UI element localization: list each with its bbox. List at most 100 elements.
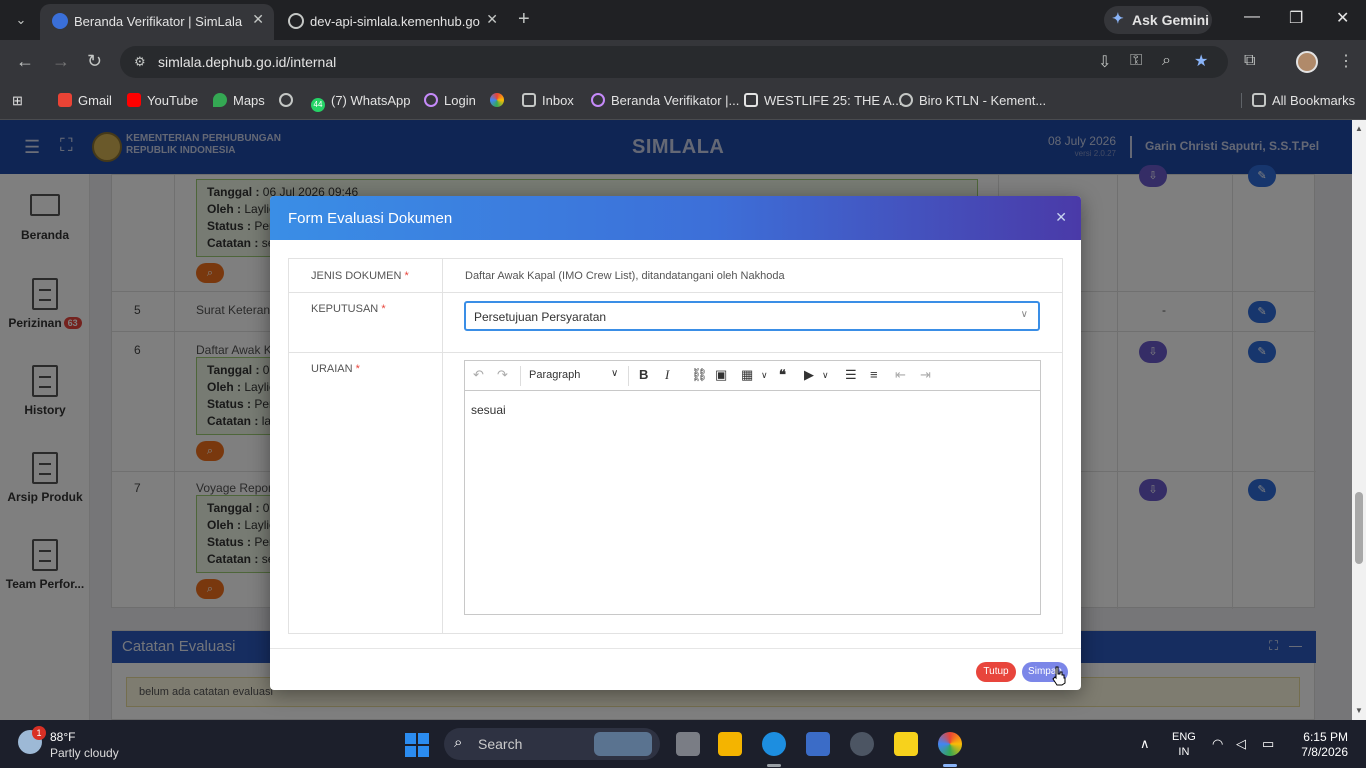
app-running-indicator — [767, 764, 781, 767]
keputusan-selected-value: Persetujuan Persyaratan — [474, 310, 607, 324]
tab-dev-api[interactable]: dev-api-simlala.kemenhub.go.id ✕ — [276, 4, 508, 40]
bookmark-beranda-verifikator[interactable]: Beranda Verifikator |... — [591, 93, 739, 108]
zoom-icon[interactable]: ⌕ — [1162, 52, 1171, 70]
show-hidden-icons[interactable]: ∧ — [1140, 736, 1150, 752]
scroll-down-icon[interactable]: ▼ — [1355, 706, 1363, 715]
scrollbar-thumb[interactable] — [1355, 492, 1363, 564]
chrome-icon[interactable] — [938, 732, 962, 756]
bookmark-star-icon[interactable]: ★ — [1194, 51, 1208, 71]
bookmark-whatsapp[interactable]: 44 (7) WhatsApp — [311, 93, 410, 112]
globe-icon — [288, 13, 304, 29]
keputusan-label: KEPUTUSAN * — [311, 303, 386, 315]
weather-badge: 1 — [32, 726, 46, 740]
page-scrollbar[interactable]: ▲ ▼ — [1352, 120, 1366, 720]
editor-toolbar: ↶ ↷ Paragraph ∨ B I ⛓ ▣ ▦ ∨ ❝ ▶ ∨ ☰ ≡ ⇤ … — [465, 361, 1040, 391]
redo-icon[interactable]: ↷ — [497, 367, 508, 383]
bookmark-pinwheel[interactable] — [490, 93, 510, 108]
close-tab-icon[interactable]: ✕ — [486, 11, 498, 28]
taskbar-search[interactable]: ⌕ Search — [444, 728, 660, 760]
bookmark-westlife[interactable]: WESTLIFE 25: THE A... — [744, 93, 902, 108]
kebab-menu-icon[interactable]: ⋮ — [1338, 51, 1354, 71]
tutup-button[interactable]: Tutup — [976, 662, 1016, 682]
extensions-icon[interactable]: ⧉ — [1244, 52, 1255, 70]
bookmark-login[interactable]: Login — [424, 93, 476, 108]
back-icon[interactable]: ← — [16, 51, 34, 72]
camera-icon[interactable] — [850, 732, 874, 756]
tab-title: Beranda Verifikator | SimLala — [74, 14, 243, 29]
close-window-button[interactable]: ✕ — [1336, 8, 1349, 28]
gemini-sparkle-icon: ✦ — [1112, 10, 1124, 26]
italic-icon[interactable]: I — [665, 367, 669, 383]
close-tab-icon[interactable]: ✕ — [252, 11, 264, 28]
wifi-icon[interactable]: ◠ — [1212, 736, 1223, 752]
bookmark-maps[interactable]: Maps — [213, 93, 265, 108]
tab-simlala[interactable]: Beranda Verifikator | SimLala ✕ — [40, 4, 274, 40]
jenis-dokumen-value: Daftar Awak Kapal (IMO Crew List), ditan… — [465, 270, 785, 282]
keputusan-select[interactable]: Persetujuan Persyaratan ∨ — [464, 301, 1040, 331]
simlala-favicon-icon — [52, 13, 68, 29]
install-app-icon[interactable]: ⇩ — [1098, 52, 1111, 72]
document-icon — [744, 93, 758, 107]
battery-icon[interactable]: ▭ — [1262, 736, 1274, 752]
app-active-indicator — [943, 764, 957, 767]
file-explorer-icon[interactable] — [718, 732, 742, 756]
system-clock[interactable]: 6:15 PM 7/8/2026 — [1296, 730, 1348, 760]
youtube-icon — [127, 93, 141, 107]
chevron-down-icon[interactable]: ∨ — [761, 370, 768, 381]
bookmark-youtube[interactable]: YouTube — [127, 93, 198, 108]
modal-footer-divider — [270, 648, 1081, 649]
bookmark-biro-ktln[interactable]: Biro KTLN - Kement... — [899, 93, 1046, 108]
scroll-up-icon[interactable]: ▲ — [1355, 124, 1363, 133]
undo-icon[interactable]: ↶ — [473, 367, 484, 383]
vscode-icon[interactable] — [806, 732, 830, 756]
tab-search-button[interactable]: ⌄ — [8, 7, 34, 33]
maximize-button[interactable]: ❐ — [1289, 8, 1303, 28]
windows-start-icon[interactable] — [405, 733, 429, 757]
bold-icon[interactable]: B — [639, 367, 648, 382]
chevron-down-icon[interactable]: ∨ — [822, 370, 829, 381]
paragraph-style-dropdown[interactable]: Paragraph — [529, 369, 580, 381]
hand-cursor-icon — [1052, 666, 1066, 686]
blockquote-icon[interactable]: ❝ — [779, 367, 786, 383]
ask-gemini-button[interactable]: ✦ Ask Gemini — [1104, 6, 1212, 34]
new-tab-button[interactable]: + — [518, 8, 530, 30]
forward-icon[interactable]: → — [52, 51, 70, 72]
browser-tabbar: ⌄ Beranda Verifikator | SimLala ✕ dev-ap… — [0, 0, 1366, 40]
globe-icon — [591, 93, 605, 107]
task-view-icon[interactable] — [676, 732, 700, 756]
tab-title: dev-api-simlala.kemenhub.go.id — [310, 14, 480, 29]
language-indicator[interactable]: ENG IN — [1172, 730, 1196, 760]
weather-temp: 88°F — [50, 730, 76, 744]
edge-icon[interactable] — [762, 732, 786, 756]
bookmark-inbox[interactable]: Inbox — [522, 93, 574, 108]
toolbar-separator — [628, 366, 629, 386]
profile-avatar[interactable] — [1296, 51, 1318, 73]
chevron-down-icon[interactable]: ∨ — [611, 368, 618, 379]
all-bookmarks[interactable]: All Bookmarks — [1241, 93, 1355, 108]
link-icon[interactable]: ⛓ — [691, 367, 708, 383]
editor-content[interactable]: sesuai — [471, 403, 506, 417]
numbered-list-icon[interactable]: ≡ — [870, 367, 878, 382]
key-icon[interactable]: ⚿ — [1130, 52, 1142, 70]
minimize-button[interactable]: — — [1244, 8, 1260, 26]
site-info-icon[interactable]: ⚙ — [134, 54, 146, 70]
bookmark-gmail[interactable]: Gmail — [58, 93, 112, 108]
media-embed-icon[interactable]: ▶ — [804, 367, 814, 383]
address-bar[interactable]: ⚙ simlala.dephub.go.id/internal — [120, 46, 1228, 78]
indent-icon[interactable]: ⇥ — [920, 367, 931, 383]
outdent-icon[interactable]: ⇤ — [895, 367, 906, 383]
bookmarks-bar: ⊞ Gmail YouTube Maps 44 (7) WhatsApp Logi… — [0, 84, 1366, 120]
insert-image-icon[interactable]: ▣ — [715, 367, 727, 383]
close-icon[interactable]: ✕ — [1055, 209, 1067, 226]
bookmark-globe[interactable] — [279, 93, 299, 108]
chevron-down-icon: ∨ — [1020, 309, 1028, 320]
apps-grid-icon[interactable]: ⊞ — [12, 93, 23, 109]
reload-icon[interactable]: ↻ — [87, 51, 102, 72]
volume-icon[interactable]: ◁ — [1236, 736, 1246, 752]
bulleted-list-icon[interactable]: ☰ — [845, 367, 857, 383]
uraian-rich-text-editor[interactable]: ↶ ↷ Paragraph ∨ B I ⛓ ▣ ▦ ∨ ❝ ▶ ∨ ☰ ≡ ⇤ … — [464, 360, 1041, 615]
table-icon[interactable]: ▦ — [741, 367, 753, 383]
whatsapp-icon: 44 — [311, 98, 325, 112]
form-row-jenis-dokumen: JENIS DOKUMEN * Daftar Awak Kapal (IMO C… — [289, 259, 1062, 293]
sticky-notes-icon[interactable] — [894, 732, 918, 756]
